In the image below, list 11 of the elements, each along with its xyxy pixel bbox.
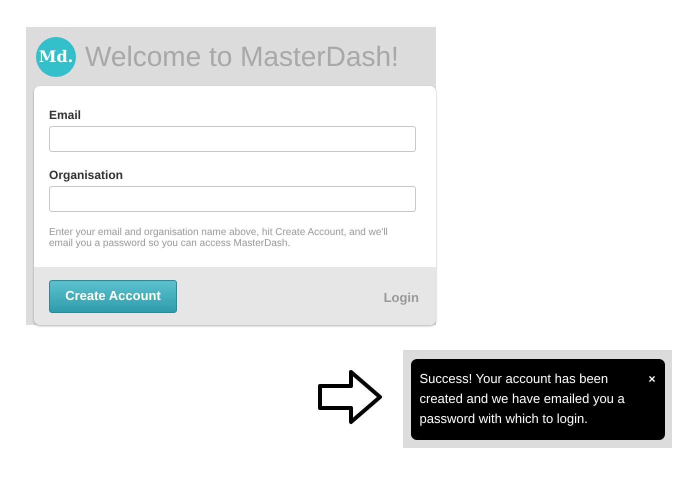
toast-message: Success! Your account has been created and we have emailed you a password with which to login. bbox=[420, 370, 626, 428]
field-label: Email bbox=[49, 107, 82, 124]
text-input[interactable] bbox=[49, 126, 416, 152]
text-input[interactable] bbox=[49, 186, 416, 212]
login-link[interactable]: Login bbox=[384, 288, 419, 308]
logo: Md. bbox=[36, 36, 76, 76]
field-label: Organisation bbox=[49, 167, 124, 184]
close-button[interactable]: × bbox=[648, 368, 656, 388]
right-arrow-icon bbox=[317, 369, 383, 425]
create-account-button[interactable]: Create Account bbox=[49, 280, 177, 312]
help-text: Enter your email and organisation name above, hit Create Account, and we'll email you a password so you can access MasterDash. bbox=[49, 227, 389, 249]
